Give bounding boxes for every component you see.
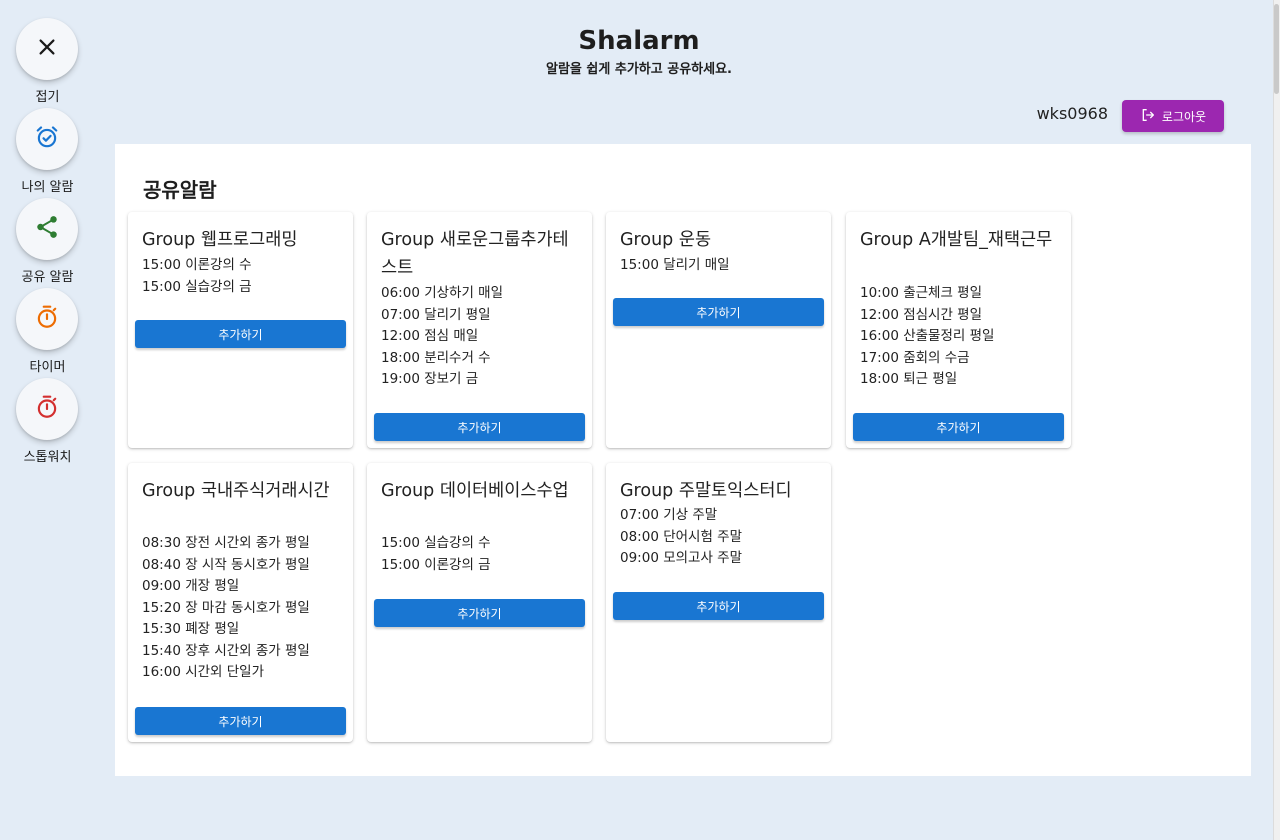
alarm-item: 18:00 퇴근 평일 [860, 371, 958, 387]
alarm-item: 09:00 개장 평일 [142, 578, 240, 594]
logout-icon [1140, 107, 1156, 126]
timer-icon [34, 304, 60, 334]
collapse-button[interactable] [16, 18, 78, 80]
alarm-item: 19:00 장보기 금 [381, 371, 479, 387]
timer-button[interactable] [16, 288, 78, 350]
sidebar-item-label: 공유 알람 [21, 270, 74, 285]
scrollbar-thumb[interactable] [1274, 4, 1279, 94]
alarm-item: 16:00 시간외 단일가 [142, 664, 265, 680]
alarm-item: 08:40 장 시작 동시호가 평일 [142, 556, 310, 573]
username: wks0968 [1036, 104, 1108, 123]
alarm-list: 10:00 출근체크 평일 12:00 점심시간 평일 16:00 산출물정리 … [860, 283, 1065, 391]
page-title: 공유알람 [143, 178, 217, 202]
alarm-item: 15:00 이론강의 수 [142, 257, 252, 273]
add-group-button[interactable]: 추가하기 [613, 298, 824, 326]
alarm-item: 07:00 기상 주말 [620, 507, 718, 523]
alarm-item: 15:00 이론강의 금 [381, 556, 491, 573]
close-icon [36, 36, 58, 62]
group-title: Group 데이터베이스수업 [381, 481, 569, 501]
add-group-button[interactable]: 추가하기 [374, 413, 585, 441]
alarm-item: 17:00 줌회의 수금 [860, 349, 970, 366]
group-card: Group 새로운그룹추가테스트 06:00 기상하기 매일 07:00 달리기… [367, 212, 592, 448]
group-title: Group 웹프로그래밍 [142, 230, 298, 250]
alarm-list: 15:00 실습강의 수 15:00 이론강의 금 [381, 533, 586, 576]
alarm-item: 15:30 폐장 평일 [142, 621, 240, 637]
sidebar-item-label: 나의 알람 [21, 180, 74, 195]
stopwatch-button[interactable] [16, 378, 78, 440]
alarm-item: 15:40 장후 시간외 종가 평일 [142, 642, 310, 659]
alarm-list: 06:00 기상하기 매일 07:00 달리기 평일 12:00 점심 매일 1… [381, 283, 586, 391]
group-title: Group 국내주식거래시간 [142, 481, 330, 501]
add-group-button[interactable]: 추가하기 [613, 592, 824, 620]
alarm-item: 12:00 점심 매일 [381, 328, 479, 344]
group-card: Group 운동 15:00 달리기 매일 추가하기 [606, 212, 831, 448]
app-header: Shalarm 알람을 쉽게 추가하고 공유하세요. [95, 26, 1183, 77]
alarm-item: 15:00 달리기 매일 [620, 257, 730, 273]
alarm-item: 08:30 장전 시간외 종가 평일 [142, 535, 310, 551]
app-subtitle: 알람을 쉽게 추가하고 공유하세요. [546, 62, 732, 77]
group-title: Group 새로운그룹추가테스트 [381, 230, 569, 278]
share-icon [34, 214, 60, 244]
group-title: Group A개발팀_재택근무 [860, 230, 1053, 250]
alarm-item: 15:00 실습강의 수 [381, 535, 491, 551]
alarm-item: 06:00 기상하기 매일 [381, 285, 504, 301]
add-group-button[interactable]: 추가하기 [135, 707, 346, 735]
group-card: Group 데이터베이스수업 15:00 실습강의 수 15:00 이론강의 금… [367, 463, 592, 742]
group-card: Group 주말토익스터디 07:00 기상 주말 08:00 단어시험 주말 … [606, 463, 831, 742]
add-group-button[interactable]: 추가하기 [374, 599, 585, 627]
alarm-list: 07:00 기상 주말 08:00 단어시험 주말 09:00 모의고사 주말 [620, 505, 825, 570]
my-alarm-button[interactable] [16, 108, 78, 170]
group-card: Group 국내주식거래시간 08:30 장전 시간외 종가 평일 08:40 … [128, 463, 353, 742]
alarm-list: 15:00 이론강의 수 15:00 실습강의 금 [142, 255, 347, 298]
app-title: Shalarm [578, 26, 700, 56]
alarm-item: 10:00 출근체크 평일 [860, 285, 983, 301]
alarm-item: 15:00 실습강의 금 [142, 278, 252, 295]
logout-button[interactable]: 로그아웃 [1122, 100, 1224, 132]
alarm-item: 08:00 단어시험 주말 [620, 528, 743, 545]
stopwatch-icon [34, 394, 60, 424]
alarm-item: 15:20 장 마감 동시호가 평일 [142, 599, 310, 616]
alarm-item: 16:00 산출물정리 평일 [860, 328, 995, 344]
sidebar-item-label: 스톱워치 [23, 450, 72, 465]
alarm-check-icon [34, 124, 60, 154]
add-group-button[interactable]: 추가하기 [853, 413, 1064, 441]
alarm-list: 15:00 달리기 매일 [620, 255, 825, 277]
shared-alarm-panel: 공유알람 Group 웹프로그래밍 15:00 이론강의 수 15:00 실습강… [115, 144, 1251, 776]
sidebar-item-label: 타이머 [29, 360, 66, 375]
alarm-item: 18:00 분리수거 수 [381, 349, 491, 366]
alarm-item: 07:00 달리기 평일 [381, 306, 491, 323]
add-group-button[interactable]: 추가하기 [135, 320, 346, 348]
group-card: Group 웹프로그래밍 15:00 이론강의 수 15:00 실습강의 금 추… [128, 212, 353, 448]
group-title: Group 운동 [620, 230, 712, 250]
scrollbar-track[interactable] [1273, 0, 1280, 840]
shared-alarm-button[interactable] [16, 198, 78, 260]
alarm-item: 12:00 점심시간 평일 [860, 306, 983, 323]
sidebar-item-label: 접기 [35, 90, 60, 105]
alarm-item: 09:00 모의고사 주말 [620, 550, 743, 566]
logout-label: 로그아웃 [1161, 109, 1207, 124]
alarm-list: 08:30 장전 시간외 종가 평일 08:40 장 시작 동시호가 평일 09… [142, 533, 347, 684]
group-card: Group A개발팀_재택근무 10:00 출근체크 평일 12:00 점심시간… [846, 212, 1071, 448]
group-title: Group 주말토익스터디 [620, 481, 792, 501]
